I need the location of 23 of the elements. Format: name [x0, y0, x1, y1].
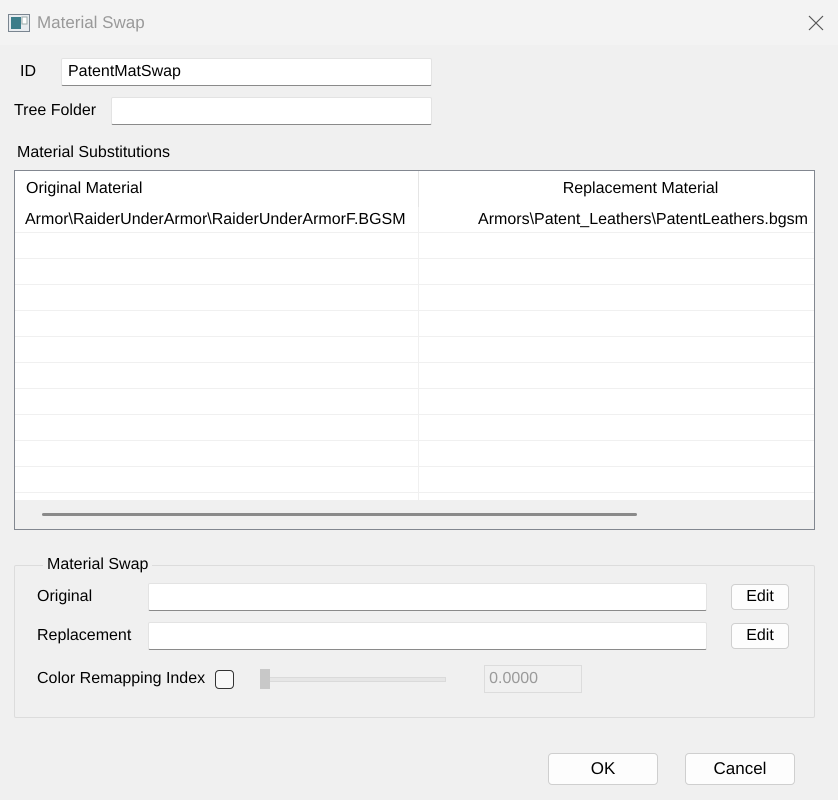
- scrollbar-track[interactable]: [15, 500, 814, 529]
- close-icon[interactable]: [808, 14, 824, 30]
- window-icon: [8, 14, 30, 32]
- ok-button[interactable]: OK: [548, 753, 658, 785]
- field-label: Tree Folder: [14, 101, 98, 121]
- text-field[interactable]: PatentMatSwap: [61, 58, 432, 86]
- scrollbar-thumb[interactable]: [42, 513, 637, 516]
- field-label: Original: [37, 587, 94, 607]
- cancel-button[interactable]: Cancel: [685, 753, 795, 785]
- edit-button[interactable]: Edit: [731, 584, 789, 610]
- text-field[interactable]: [148, 583, 707, 611]
- field-label: Replacement: [37, 626, 132, 646]
- window-title: Material Swap: [37, 12, 145, 34]
- text-field[interactable]: [111, 97, 432, 125]
- value-field: 0.0000: [484, 665, 582, 693]
- group-title: Material Swap: [46, 557, 150, 573]
- text-field[interactable]: [148, 622, 707, 650]
- section-title: Material Substitutions: [16, 143, 171, 161]
- column-header[interactable]: Replacement Material: [418, 171, 814, 207]
- column-header[interactable]: Original Material: [15, 171, 418, 207]
- field-label: Color Remapping Index: [37, 669, 206, 689]
- field-label: ID: [19, 62, 37, 82]
- edit-button[interactable]: Edit: [731, 623, 789, 649]
